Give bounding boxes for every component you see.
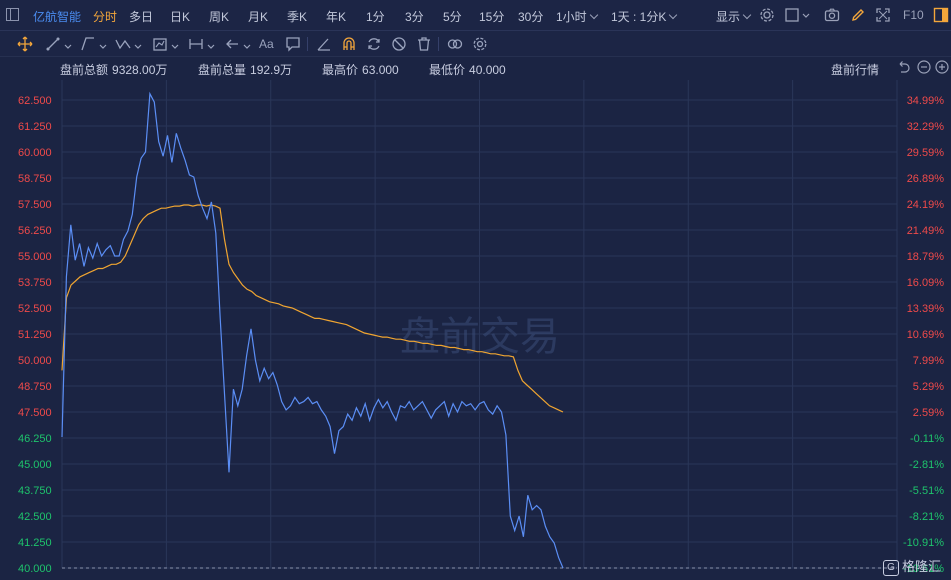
left-tick-label: 50.000 [18,355,52,367]
right-tick-label: -0.11% [910,433,944,445]
left-tick-label: 41.250 [18,537,52,549]
logo-mark-icon: G [882,560,899,576]
right-tick-label: 21.49% [907,225,945,237]
left-tick-label: 40.000 [18,563,52,575]
brand-logo: G 格隆汇 [882,556,941,576]
right-tick-label: -8.21% [909,511,944,523]
left-tick-label: 43.750 [18,485,52,497]
right-tick-label: 29.59% [907,147,945,159]
left-tick-label: 55.000 [18,251,52,263]
intraday-chart[interactable]: 盘前交易 62.500 61.250 60.000 58.750 57.500 56.25… [0,0,951,580]
right-tick-label: 24.19% [907,199,945,211]
left-price-axis: 62.500 61.250 60.000 58.750 57.500 56.250 55.0… [18,95,52,575]
logo-text: 格隆汇 [901,559,941,575]
left-tick-label: 45.000 [18,459,52,471]
right-tick-label: -10.91% [903,537,944,549]
left-tick-label: 56.250 [18,225,52,237]
left-tick-label: 48.750 [18,381,52,393]
right-percent-axis: 34.99% 32.29% 29.59% 26.89% 24.19% 21.49% 18.7… [903,95,944,575]
right-tick-label: 16.09% [907,277,945,289]
left-tick-label: 51.250 [18,329,52,341]
right-tick-label: 32.29% [907,121,945,133]
left-tick-label: 62.500 [18,95,52,107]
right-tick-label: 10.69% [907,329,945,341]
left-tick-label: 58.750 [18,173,52,185]
left-tick-label: 46.250 [18,433,52,445]
left-tick-label: 60.000 [18,147,52,159]
right-tick-label: 34.99% [907,95,945,107]
right-tick-label: -2.81% [909,459,944,471]
left-tick-label: 42.500 [18,511,52,523]
left-tick-label: 61.250 [18,121,52,133]
left-tick-label: 57.500 [18,199,52,211]
right-tick-label: 5.29% [913,381,944,393]
right-tick-label: 7.99% [913,355,944,367]
left-tick-label: 53.750 [18,277,52,289]
right-tick-label: 2.59% [913,407,944,419]
right-tick-label: 18.79% [907,251,945,263]
right-tick-label: -5.51% [909,485,944,497]
left-tick-label: 47.500 [18,407,52,419]
right-tick-label: 13.39% [907,303,945,315]
right-tick-label: 26.89% [907,173,945,185]
left-tick-label: 52.500 [18,303,52,315]
premarket-watermark: 盘前交易 [400,314,560,360]
